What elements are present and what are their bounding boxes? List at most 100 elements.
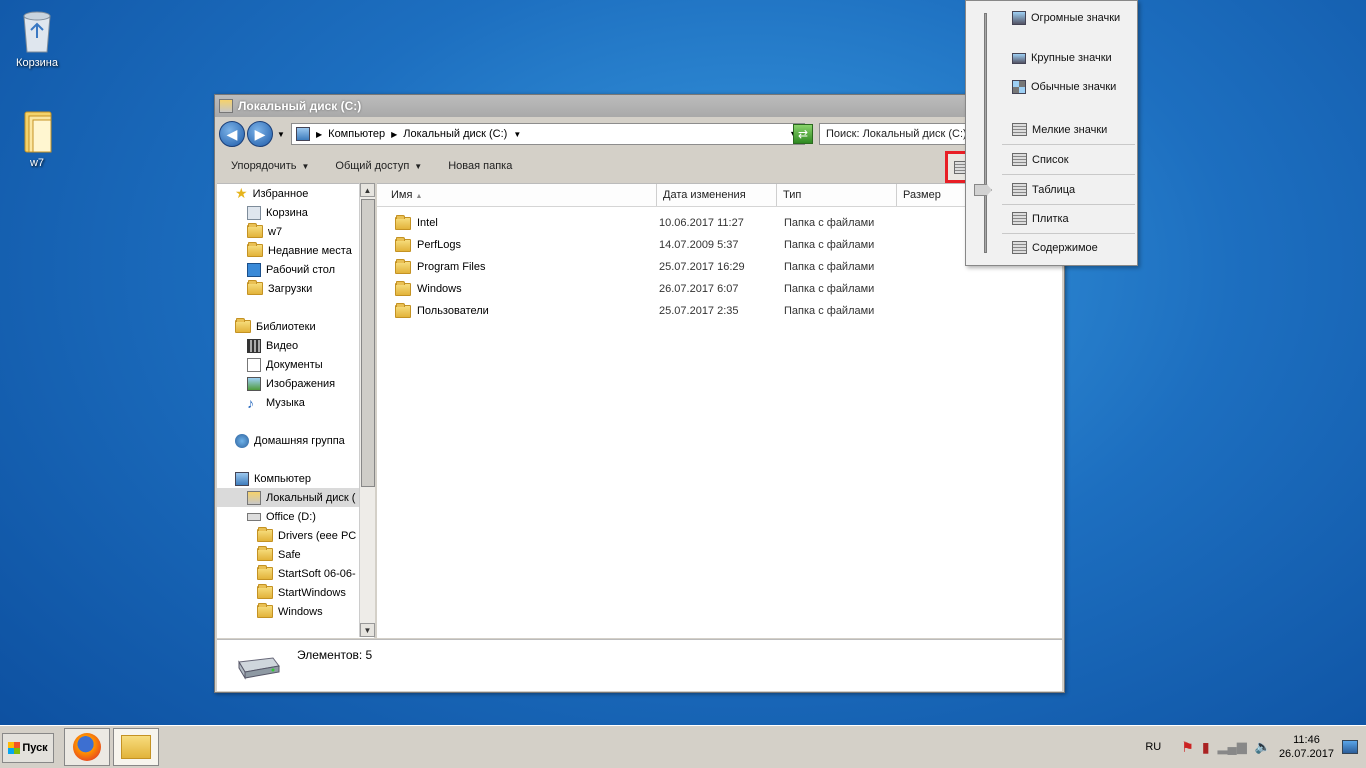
view-option-label: Плитка <box>1032 212 1069 225</box>
taskbar-firefox[interactable] <box>64 728 110 766</box>
nav-label: Документы <box>266 358 323 371</box>
view-option-details[interactable]: Таблица <box>1012 183 1075 196</box>
recent-pages-icon[interactable]: ▼ <box>277 130 285 139</box>
nav-label: Локальный диск ( <box>266 491 356 504</box>
share-button[interactable]: Общий доступ ▼ <box>327 157 430 175</box>
table-row[interactable]: Program Files 25.07.2017 16:29 Папка с ф… <box>377 256 1062 278</box>
column-name[interactable]: Имя ▲ <box>377 184 657 206</box>
clock[interactable]: 11:46 26.07.2017 <box>1279 733 1334 761</box>
navigation-scrollbar[interactable]: ▲ ▼ <box>359 183 375 637</box>
view-option-tiles[interactable]: Плитка <box>1012 212 1069 225</box>
folder-icon <box>395 236 411 252</box>
details-pane: Элементов: 5 <box>217 639 1062 691</box>
computer-icon <box>296 127 310 141</box>
start-label: Пуск <box>22 742 48 754</box>
desktop-icon-label: w7 <box>29 157 45 169</box>
forward-button[interactable]: ▶ <box>247 121 273 147</box>
nav-label: Библиотеки <box>256 320 316 333</box>
breadcrumb-drive-c[interactable]: Локальный диск (C:) <box>403 128 507 140</box>
volume-icon[interactable]: 🔈 <box>1255 739 1271 755</box>
nav-computer[interactable]: Компьютер <box>217 469 374 488</box>
file-type: Папка с файлами <box>784 239 875 251</box>
view-option-label: Содержимое <box>1032 241 1098 254</box>
file-date: 25.07.2017 16:29 <box>659 261 745 273</box>
search-input[interactable]: Поиск: Локальный диск (C:) <box>819 123 987 145</box>
column-type[interactable]: Тип <box>777 184 897 206</box>
nav-item-startwindows[interactable]: StartWindows <box>217 583 374 602</box>
drive-icon <box>219 99 233 113</box>
nav-item-windows[interactable]: Windows <box>217 602 374 621</box>
table-row[interactable]: Windows 26.07.2017 6:07 Папка с файлами <box>377 278 1062 300</box>
action-center-flag-icon[interactable]: ⚑ <box>1181 739 1194 756</box>
desktop-icon-w7[interactable]: w7 <box>2 108 72 169</box>
nav-item-downloads[interactable]: Загрузки <box>217 279 374 298</box>
nav-item-drivers[interactable]: Drivers (eee PC <box>217 526 374 545</box>
address-bar[interactable]: ▶ Компьютер ▶ Локальный диск (C:) ▼ ▼ <box>291 123 805 145</box>
folder-icon <box>247 223 263 238</box>
nav-item-pictures[interactable]: Изображения <box>217 374 374 393</box>
desktop-icon <box>247 262 261 277</box>
view-option-label: Список <box>1032 153 1069 166</box>
organize-button[interactable]: Упорядочить ▼ <box>223 157 317 175</box>
folder-icon <box>257 565 273 580</box>
view-option-large-icons[interactable]: Крупные значки <box>1012 52 1112 64</box>
file-name: Intel <box>417 217 438 229</box>
table-row[interactable]: Пользователи 25.07.2017 2:35 Папка с фай… <box>377 300 1062 322</box>
nav-item-documents[interactable]: Документы <box>217 355 374 374</box>
view-option-medium-icons[interactable]: Обычные значки <box>1012 80 1116 94</box>
nav-item-safe[interactable]: Safe <box>217 545 374 564</box>
view-option-extra-large-icons[interactable]: Огромные значки <box>1012 11 1120 25</box>
nav-item-startsoft[interactable]: StartSoft 06-06- <box>217 564 374 583</box>
nav-item-music[interactable]: ♪ Музыка <box>217 393 374 412</box>
view-option-small-icons[interactable]: Мелкие значки <box>1012 123 1107 136</box>
nav-label: Избранное <box>252 187 309 200</box>
nav-libraries[interactable]: Библиотеки <box>217 317 374 336</box>
nav-item-drive-d[interactable]: Office (D:) <box>217 507 374 526</box>
nav-homegroup[interactable]: Домашняя группа <box>217 431 374 450</box>
view-slider-track[interactable] <box>984 13 987 253</box>
nav-favorites[interactable]: ★ Избранное <box>217 184 374 203</box>
nav-item-video[interactable]: Видео <box>217 336 374 355</box>
view-slider-thumb[interactable] <box>974 184 992 196</box>
details-view-icon <box>1012 183 1027 196</box>
view-option-label: Таблица <box>1032 183 1076 196</box>
network-icon[interactable]: ▂▄▆ <box>1218 739 1247 755</box>
column-date[interactable]: Дата изменения <box>657 184 777 206</box>
hard-drive-icon <box>235 652 281 683</box>
nav-label: w7 <box>268 225 283 238</box>
nav-item-recycle-bin[interactable]: Корзина <box>217 203 374 222</box>
window-titlebar[interactable]: Локальный диск (C:) <box>215 95 1064 117</box>
explorer-window: Локальный диск (C:) ◀ ▶ ▼ ▶ Компьютер ▶ … <box>214 94 1065 693</box>
view-option-content[interactable]: Содержимое <box>1012 241 1098 254</box>
nav-item-drive-c[interactable]: Локальный диск ( <box>217 488 374 507</box>
scroll-up-icon[interactable]: ▲ <box>360 183 375 197</box>
power-icon[interactable]: ▮ <box>1202 739 1210 756</box>
sort-up-icon: ▲ <box>415 193 423 200</box>
show-desktop-icon[interactable] <box>1342 740 1358 754</box>
extra-large-icons-icon <box>1012 11 1026 25</box>
folder-icon <box>395 280 411 296</box>
nav-item-w7[interactable]: w7 <box>217 222 374 241</box>
breadcrumb-computer[interactable]: Компьютер <box>328 128 385 140</box>
language-indicator[interactable]: RU <box>1145 741 1161 753</box>
taskbar-explorer[interactable] <box>113 728 159 766</box>
refresh-button[interactable]: ⇄ <box>793 124 813 144</box>
start-button[interactable]: Пуск <box>2 733 54 763</box>
folder-icon <box>395 214 411 230</box>
table-row[interactable]: PerfLogs 14.07.2009 5:37 Папка с файлами <box>377 234 1062 256</box>
folder-icon <box>257 603 273 618</box>
table-row[interactable]: Intel 10.06.2017 11:27 Папка с файлами <box>377 212 1062 234</box>
nav-item-recent-places[interactable]: Недавние места <box>217 241 374 260</box>
desktop-icon-recycle-bin[interactable]: Корзина <box>2 8 72 69</box>
nav-item-desktop[interactable]: Рабочий стол <box>217 260 374 279</box>
folder-icon <box>257 584 273 599</box>
folder-icon <box>257 527 273 542</box>
window-title: Локальный диск (C:) <box>238 99 362 113</box>
recycle-bin-icon <box>247 205 261 220</box>
scroll-thumb[interactable] <box>361 199 375 487</box>
star-icon: ★ <box>235 185 248 201</box>
view-option-list[interactable]: Список <box>1012 153 1069 166</box>
scroll-down-icon[interactable]: ▼ <box>360 623 375 637</box>
new-folder-button[interactable]: Новая папка <box>440 157 520 175</box>
back-button[interactable]: ◀ <box>219 121 245 147</box>
